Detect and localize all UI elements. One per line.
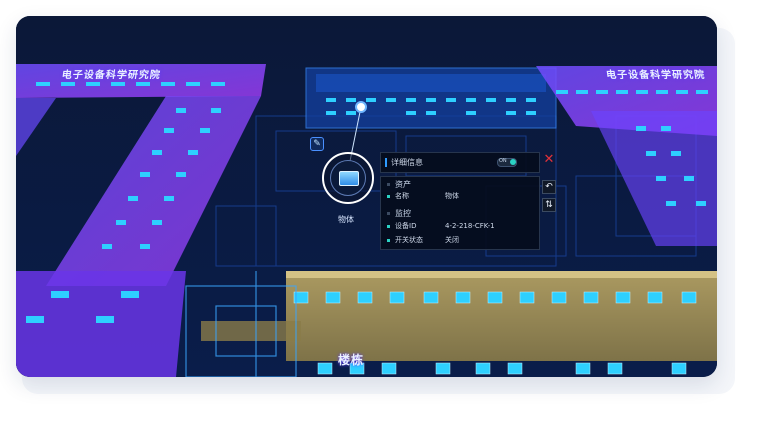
detail-panel-header: 详细信息 ON bbox=[380, 152, 540, 173]
row-device-id: 设备ID 4-2-218-CFK-1 bbox=[381, 219, 539, 233]
toggle-text: ON bbox=[499, 158, 507, 164]
toggle-switch[interactable]: ON bbox=[497, 158, 517, 167]
row-value: 关闭 bbox=[445, 236, 459, 244]
row-key: 设备ID bbox=[395, 222, 417, 230]
top-building bbox=[305, 67, 557, 129]
right-building-label: 电子设备科学研究院 bbox=[605, 70, 707, 81]
row-bullet bbox=[387, 238, 390, 242]
detail-panel-body: 资产 名称 物体 监控 设备ID 4-2-218-CFK-1 开关状态 关闭 bbox=[380, 176, 540, 250]
object-label: 物体 bbox=[338, 215, 354, 224]
left-building-label: 电子设备科学研究院 bbox=[60, 70, 162, 81]
row-name: 名称 物体 bbox=[381, 189, 539, 203]
row-bullet bbox=[387, 224, 390, 228]
pin-icon[interactable]: ✎ bbox=[310, 137, 324, 151]
row-switch-status: 开关状态 关闭 bbox=[381, 233, 539, 247]
bottom-building-label: 楼栋 bbox=[338, 353, 365, 367]
row-key: 开关状态 bbox=[395, 236, 423, 244]
book-icon bbox=[339, 171, 359, 186]
toggle-knob bbox=[510, 159, 516, 165]
row-value: 物体 bbox=[445, 192, 459, 200]
object-marker[interactable] bbox=[322, 152, 374, 204]
panel-title: 详细信息 bbox=[391, 157, 423, 167]
anchor-point bbox=[355, 101, 367, 113]
close-icon[interactable]: ✕ bbox=[542, 152, 556, 167]
row-value: 4-2-218-CFK-1 bbox=[445, 222, 495, 230]
scene-card: 电子设备科学研究院 电子设备科学研究院 楼栋 ✎ 物体 详细信息 ON 资产 名… bbox=[16, 16, 717, 377]
header-accent bbox=[385, 157, 387, 167]
row-key: 名称 bbox=[395, 192, 409, 200]
section-bullet bbox=[387, 182, 390, 186]
section-asset-title: 资产 bbox=[395, 179, 411, 189]
section-bullet bbox=[387, 211, 390, 215]
section-monitor-title: 监控 bbox=[395, 208, 411, 218]
swap-icon[interactable]: ⇅ bbox=[542, 198, 556, 212]
undo-icon[interactable]: ↶ bbox=[542, 180, 556, 194]
row-bullet bbox=[387, 194, 390, 198]
